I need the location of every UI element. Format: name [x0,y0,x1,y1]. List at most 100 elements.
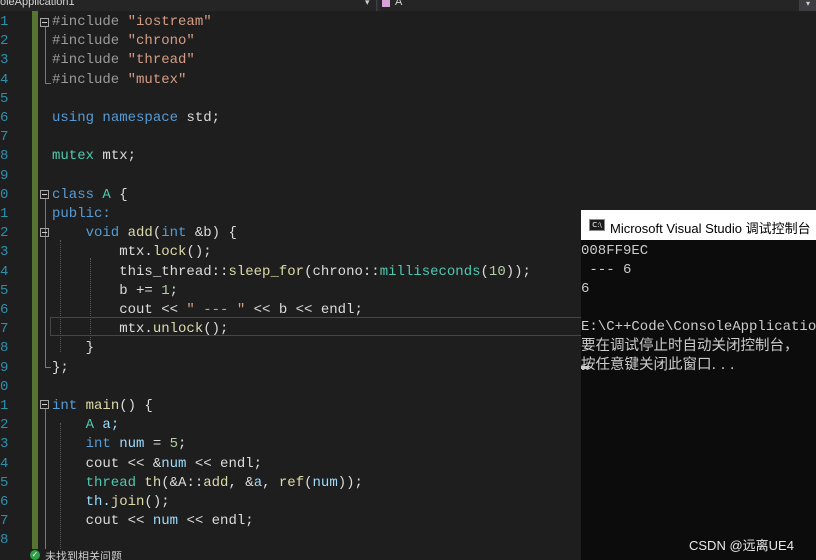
nav-scroll-button[interactable]: ▾ [800,0,816,11]
navigation-bar: oleApplication1 ▾ A ▾ [0,0,816,11]
line-number: 5 [0,282,9,299]
code-token: &b) { [194,225,237,242]
class-icon [382,0,390,7]
line-number: 8 [0,148,9,165]
code-token: th [144,474,162,491]
code-line[interactable]: thread th(&A::add, &a, ref(num)); [52,474,363,493]
code-token: int [52,398,86,414]
code-line[interactable]: A a; [52,416,120,435]
code-token: 1 [161,282,170,299]
code-token: unlock [152,321,204,338]
code-line[interactable]: }; [52,359,69,378]
code-token: using [52,110,103,126]
code-token: "chrono" [127,33,195,50]
code-line[interactable]: cout << &num << endl; [52,455,262,474]
line-number: 6 [0,494,9,510]
code-line[interactable]: int num = 5; [52,435,187,454]
line-number: 2 [0,417,9,434]
code-token: num [119,436,153,453]
line-number: 8 [0,532,9,549]
code-token: namespace [102,110,187,126]
line-number: 4 [0,455,9,472]
code-line[interactable]: cout << " --- " << b << endl; [52,301,363,320]
code-token: num [161,455,187,472]
code-token: () { [119,398,153,414]
fold-line [45,199,46,367]
code-token: }; [52,359,69,376]
code-line[interactable]: void add(int &b) { [52,224,237,243]
console-output-line: 008FF9EC [581,243,649,259]
code-line[interactable]: b += 1; [52,282,178,301]
code-line[interactable]: th.join(); [52,493,170,512]
code-token: join [110,494,145,510]
fold-end [45,83,51,84]
console-output-line: 要在调试停止时自动关闭控制台， [581,338,799,354]
line-number: 7 [0,129,9,146]
code-token: mtx; [102,148,137,165]
code-token: sleep_for [228,263,305,280]
code-line[interactable]: public: [52,205,111,224]
code-token: ; [169,282,179,299]
console-output-line: 按任意键关闭此窗口. . . [581,357,735,373]
check-icon: ✓ [30,550,40,560]
code-token: ( [480,263,489,280]
line-number: 3 [0,436,9,453]
code-token: mutex [52,148,103,165]
collapse-icon[interactable] [40,400,49,409]
change-tracking-bar [32,11,38,549]
code-token: { [119,186,128,203]
code-token: main [85,398,120,414]
collapse-icon[interactable] [40,190,49,199]
code-line[interactable]: cout << num << endl; [52,512,254,531]
code-token: cout << [52,513,153,530]
console-output-line: E:\C++Code\ConsoleApplication1 [581,319,816,335]
code-token: int [52,436,120,453]
code-token: ref [278,474,305,491]
code-line[interactable]: #include "iostream" [52,13,212,32]
code-token: cout << [52,302,187,318]
code-line[interactable]: #include "mutex" [52,71,186,90]
code-token: , & [228,474,254,491]
code-line[interactable]: mtx.lock(); [52,243,212,262]
code-token: " --- " [186,302,246,318]
code-line[interactable]: } [52,339,94,358]
code-line[interactable]: #include "chrono" [52,32,195,51]
console-app-icon: C:\ [589,219,605,231]
line-number: 7 [0,513,9,530]
debug-console-window[interactable]: C:\ Microsoft Visual Studio 调试控制台 008FF9… [581,210,816,560]
code-token: num [312,474,338,491]
code-token: b += [52,282,162,299]
code-line[interactable]: mtx.unlock(); [52,320,228,339]
console-title-bar[interactable]: C:\ Microsoft Visual Studio 调试控制台 [581,210,816,240]
code-token: (&A:: [161,474,204,491]
line-number: 5 [0,90,9,107]
code-line[interactable]: mutex mtx; [52,147,136,166]
status-bar: ✓ 未找到相关问题 [0,549,581,560]
code-token: #include [52,33,128,50]
line-number: 2 [0,33,9,50]
code-token: add [203,474,229,491]
code-token: 5 [169,436,179,453]
line-number: 0 [0,378,9,395]
project-dropdown[interactable]: oleApplication1 ▾ [0,0,377,11]
code-token: "mutex" [127,71,187,88]
member-dropdown[interactable]: A [379,0,800,11]
collapse-icon[interactable] [40,228,49,237]
code-token: A [102,186,120,203]
code-line[interactable]: using namespace std; [52,109,220,128]
code-line[interactable]: this_thread::sleep_for(chrono::milliseco… [52,263,531,282]
code-token: public: [52,206,111,222]
code-token: cout << & [52,455,162,472]
code-token: )); [337,474,363,491]
line-number: 6 [0,302,9,318]
code-token: milliseconds [379,263,481,280]
code-line[interactable]: #include "thread" [52,51,195,70]
code-token: } [52,340,95,357]
code-token: (); [186,244,212,261]
code-line[interactable]: class A { [52,186,128,205]
code-token: << endl; [186,455,263,472]
code-line[interactable]: int main() { [52,397,153,416]
line-number: 4 [0,71,9,88]
collapse-icon[interactable] [40,18,49,27]
status-text[interactable]: 未找到相关问题 [45,549,122,560]
